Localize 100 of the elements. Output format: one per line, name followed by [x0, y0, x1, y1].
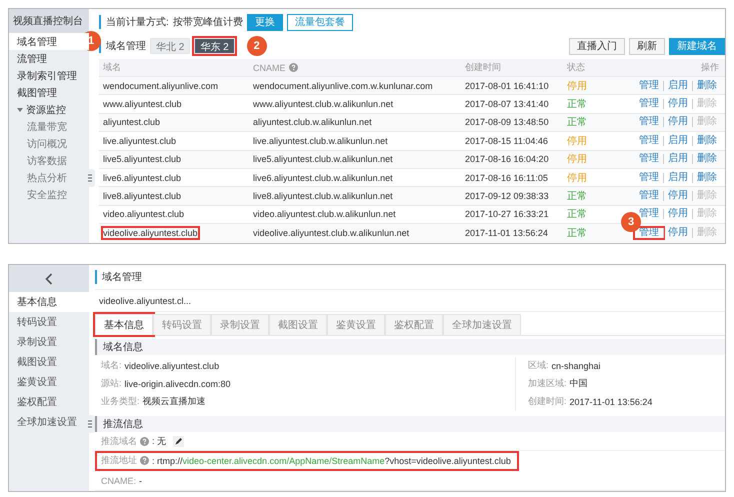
sidebar-item[interactable]: 流管理 — [9, 50, 89, 67]
cname-cell: video.aliyuntest.club.w.alikunlun.net — [253, 209, 396, 220]
action-link[interactable]: 启用 — [663, 136, 692, 146]
field-value: 2017-11-01 13:56:24 — [570, 396, 652, 407]
date-cell: 2017-09-12 09:38:33 — [465, 191, 549, 202]
field-label: 源站: — [101, 377, 122, 390]
cname-cell: wendocument.aliyunlive.com.w.kunlunar.com — [253, 80, 433, 91]
tab[interactable]: 鉴黄设置 — [327, 314, 385, 336]
sidebar-item[interactable]: 全球加速设置 — [9, 412, 89, 432]
sidebar-item[interactable]: 访问概况 — [9, 135, 89, 152]
caret-icon — [17, 106, 23, 112]
field-value: 中国 — [570, 377, 588, 390]
status-text: 停用 — [567, 134, 587, 148]
domain-cell: wendocument.aliyunlive.com — [103, 80, 218, 91]
billing-method: 按带宽峰值计费 — [172, 16, 243, 29]
action-link[interactable]: 管理 — [635, 80, 663, 91]
tab[interactable]: 全球加速设置 — [443, 314, 521, 336]
pencil-icon[interactable] — [173, 436, 184, 447]
action-link[interactable]: 停用 — [663, 99, 692, 110]
domain-cell: video.aliyuntest.club — [103, 209, 184, 220]
tab[interactable]: 截图设置 — [269, 314, 327, 336]
toolbar-button[interactable]: 刷新 — [629, 38, 665, 54]
field-label: 区域: — [528, 359, 549, 372]
status-text: 停用 — [567, 153, 587, 166]
date-cell: 2017-08-07 13:41:40 — [465, 99, 549, 110]
sidebar-item[interactable]: 截图管理 — [9, 84, 89, 101]
date-cell: 2017-08-09 13:48:50 — [465, 117, 549, 128]
action-link[interactable]: 启用 — [663, 172, 692, 183]
tab[interactable]: 转码设置 — [153, 314, 211, 336]
billing-button[interactable]: 更换 — [246, 14, 283, 30]
sidebar-item[interactable]: 安全监控 — [9, 186, 89, 203]
status-text: 正常 — [567, 116, 587, 130]
region-tab[interactable]: 华北 2 — [150, 38, 190, 54]
column-header: 创建时间 — [465, 61, 501, 74]
sidebar-item[interactable]: 鉴权配置 — [9, 392, 89, 412]
field-label: 推流地址 — [101, 454, 137, 468]
action-link[interactable]: 停用 — [663, 117, 692, 128]
action-link[interactable]: 删除 — [692, 136, 721, 146]
action-link[interactable]: 启用 — [663, 80, 692, 91]
action-link[interactable]: 停用 — [663, 209, 692, 220]
field-label: 加速区域: — [528, 377, 567, 390]
collapse-handle-icon[interactable] — [85, 169, 95, 187]
section-header: 域名信息 — [95, 339, 725, 355]
action-link[interactable]: 管理 — [635, 191, 663, 202]
cname-cell: www.aliyuntest.club.w.alikunlun.net — [253, 99, 394, 110]
action-link[interactable]: 管理 — [635, 154, 663, 164]
field-value: - — [139, 476, 142, 486]
date-cell: 2017-08-01 16:41:10 — [465, 80, 549, 91]
field-value: : 无 — [152, 434, 166, 448]
region-tab[interactable]: 华东 2 — [194, 38, 235, 54]
toolbar-button[interactable]: 新建域名 — [669, 38, 725, 54]
column-header: 域名 — [103, 61, 121, 74]
cname-cell: videolive.aliyuntest.club.w.alikunlun.net — [253, 228, 410, 238]
action-link[interactable]: 删除 — [692, 172, 721, 183]
cname-cell: aliyuntest.club.w.alikunlun.net — [253, 117, 372, 128]
billing-button[interactable]: 流量包套餐 — [286, 14, 353, 30]
action-link[interactable]: 停用 — [663, 191, 692, 202]
cname-cell: live.aliyuntest.club.w.alikunlun.net — [253, 136, 388, 146]
status-text: 停用 — [567, 80, 587, 93]
sidebar-item[interactable]: 截图设置 — [9, 352, 89, 372]
date-cell: 2017-10-27 16:33:21 — [465, 209, 549, 220]
sidebar-item[interactable]: 访客数据 — [9, 152, 89, 169]
date-cell: 2017-08-16 16:11:05 — [465, 172, 548, 183]
sidebar-item[interactable]: 鉴黄设置 — [9, 372, 89, 392]
field-label: 业务类型: — [101, 395, 140, 408]
sidebar-item[interactable]: 基本信息 — [9, 292, 89, 312]
section-title: 域名管理 — [99, 39, 146, 53]
sidebar-item[interactable]: 域名管理 — [9, 33, 89, 50]
action-link[interactable]: 删除 — [692, 154, 721, 164]
date-cell: 2017-08-16 16:04:20 — [465, 154, 549, 164]
action-link[interactable]: 停用 — [663, 228, 692, 238]
sidebar-item[interactable]: 转码设置 — [9, 312, 89, 332]
action-link[interactable]: 管理 — [635, 117, 663, 128]
tab[interactable]: 录制设置 — [211, 314, 269, 336]
sidebar-item[interactable]: 录制索引管理 — [9, 67, 89, 84]
sidebar-item[interactable]: 流量带宽 — [9, 118, 89, 135]
toolbar-button[interactable]: 直播入门 — [569, 38, 625, 54]
sidebar-item[interactable]: 录制设置 — [9, 332, 89, 352]
sidebar-item[interactable]: 资源监控 — [9, 101, 89, 118]
back-icon[interactable] — [45, 272, 53, 284]
field-value: videolive.aliyuntest.club — [124, 360, 220, 371]
action-link[interactable]: 管理 — [635, 136, 663, 146]
collapse-handle-icon[interactable] — [85, 415, 95, 433]
section-header: 推流信息 — [95, 416, 725, 432]
action-link[interactable]: 启用 — [663, 154, 692, 164]
action-link[interactable]: 管理 — [635, 172, 663, 183]
status-text: 正常 — [567, 98, 587, 112]
tab[interactable]: 基本信息 — [95, 314, 153, 336]
action-link[interactable]: 管理 — [635, 99, 663, 110]
tab[interactable]: 鉴权配置 — [385, 314, 443, 336]
field-label: 域名: — [101, 359, 122, 372]
action-link[interactable]: 删除 — [692, 80, 721, 91]
column-header: CNAME — [253, 62, 286, 72]
step-badge: 3 — [621, 212, 641, 232]
field-label: CNAME: — [101, 476, 136, 486]
sidebar-item[interactable]: 热点分析 — [9, 169, 89, 186]
domain-cell: live6.aliyuntest.club — [103, 172, 182, 183]
column-header: 状态 — [567, 61, 585, 74]
billing-label: 当前计量方式: — [99, 15, 169, 29]
field-value: live-origin.alivecdn.com:80 — [124, 378, 231, 389]
